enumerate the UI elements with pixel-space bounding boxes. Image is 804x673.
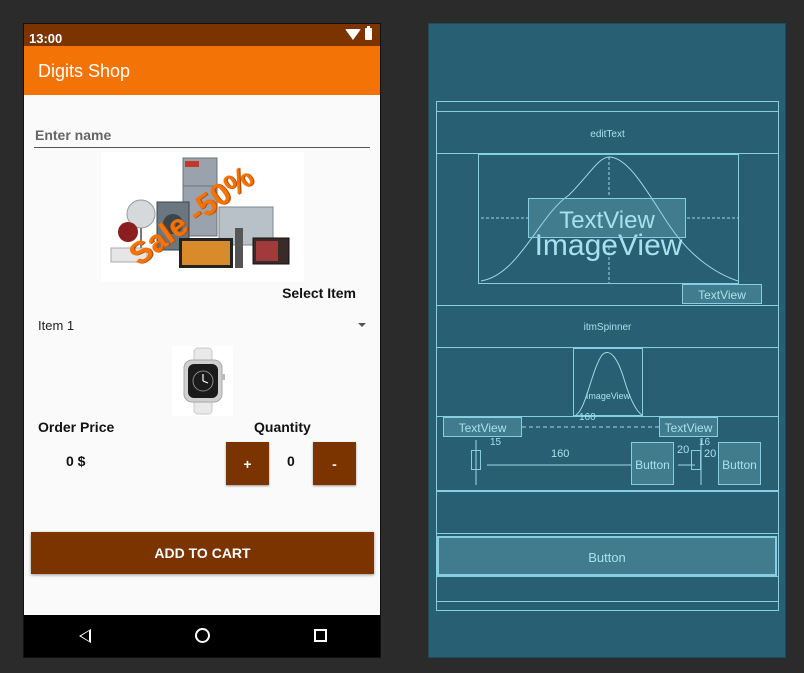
name-input[interactable]	[34, 122, 370, 148]
increase-quantity-button[interactable]: +	[226, 442, 269, 485]
blueprint-imageview-small[interactable]: ImageView	[573, 348, 643, 416]
quantity-value: 0	[287, 453, 295, 469]
product-image	[172, 346, 233, 416]
home-icon[interactable]	[195, 628, 210, 643]
select-item-label: Select Item	[282, 285, 356, 301]
blueprint-cart-button[interactable]: Button	[437, 536, 777, 576]
blueprint-bottom-guide	[436, 576, 779, 602]
blueprint-price-value[interactable]	[471, 450, 481, 470]
blueprint-textview-sale[interactable]: TextView	[528, 198, 686, 238]
blueprint-spacer	[436, 491, 779, 534]
app-bar: Digits Shop	[24, 46, 380, 95]
promo-image: Sale -50%	[101, 152, 304, 282]
smartwatch-icon	[183, 347, 225, 415]
add-to-cart-button[interactable]: ADD TO CART	[31, 532, 374, 574]
quantity-label: Quantity	[254, 419, 311, 435]
status-time: 13:00	[29, 31, 63, 46]
item-spinner[interactable]: Item 1	[34, 312, 370, 338]
blueprint-textview-select[interactable]: TextView	[682, 284, 762, 304]
order-price-label: Order Price	[38, 419, 115, 435]
phone-preview: 13:00 Digits Shop Enter name Sale -50% S…	[23, 23, 381, 658]
blueprint-minus-button[interactable]: Button	[718, 442, 761, 485]
order-price-value: 0 $	[66, 453, 86, 469]
blueprint-view: editText ImageView TextView TextView itm…	[428, 23, 786, 658]
blueprint-spinner[interactable]: itmSpinner	[436, 305, 779, 348]
status-bar: 13:00	[24, 24, 380, 46]
blueprint-quantity-value[interactable]	[691, 450, 701, 470]
wifi-icon	[345, 28, 361, 40]
blueprint-plus-button[interactable]: Button	[631, 442, 674, 485]
recents-icon[interactable]	[314, 629, 327, 642]
decrease-quantity-button[interactable]: -	[313, 442, 356, 485]
spinner-value: Item 1	[38, 318, 75, 333]
blueprint-edittext[interactable]: editText	[436, 111, 779, 154]
image-placeholder-icon	[575, 352, 643, 416]
dropdown-arrow-icon	[358, 323, 366, 327]
navigation-bar	[24, 615, 380, 657]
app-title: Digits Shop	[38, 61, 131, 81]
back-icon[interactable]	[79, 629, 91, 643]
battery-icon	[365, 26, 372, 40]
